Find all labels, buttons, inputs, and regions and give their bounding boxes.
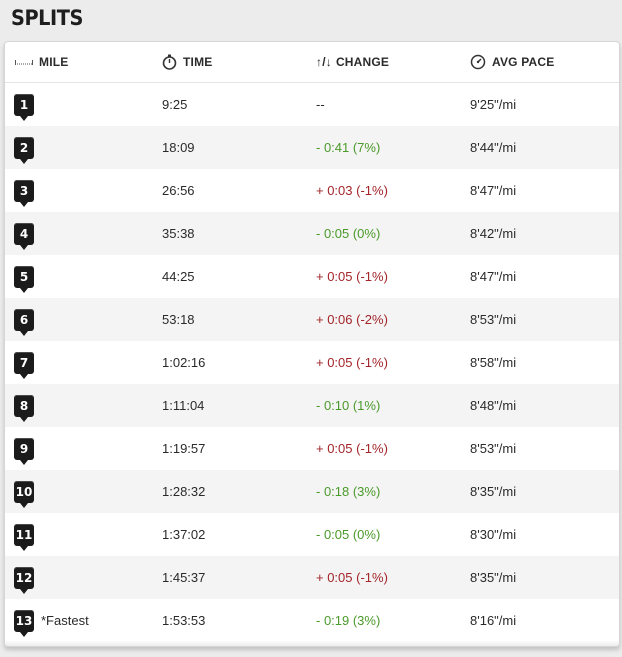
header-pace: AVG PACE [470, 42, 555, 82]
time-cell: 1:19:57 [162, 441, 206, 456]
table-row: 12 1:45:37 + 0:05 (-1%) 8'35"/mi [5, 556, 619, 599]
ruler-icon [15, 60, 33, 65]
header-mile: MILE [15, 42, 68, 82]
fastest-note: *Fastest [41, 613, 89, 628]
time-cell: 9:25 [162, 97, 188, 112]
mile-cell: 13 *Fastest [14, 599, 89, 642]
time-cell: 1:45:37 [162, 570, 206, 585]
header-mile-label: MILE [39, 55, 69, 69]
pace-cell: 8'44"/mi [470, 140, 517, 155]
card-bottom-edge [5, 640, 619, 646]
time-cell: 26:56 [162, 183, 195, 198]
mile-cell: 11 [14, 513, 34, 556]
mile-cell: 6 [14, 298, 34, 341]
change-cell: + 0:05 (-1%) [316, 570, 388, 585]
table-row: 11 1:37:02 - 0:05 (0%) 8'30"/mi [5, 513, 619, 556]
table-row: 10 1:28:32 - 0:18 (3%) 8'35"/mi [5, 470, 619, 513]
time-cell: 1:53:53 [162, 613, 206, 628]
mile-cell: 10 [14, 470, 34, 513]
speedometer-icon [470, 54, 486, 70]
mile-cell: 1 [14, 83, 34, 126]
mile-marker-badge: 4 [14, 222, 34, 250]
table-row: 7 1:02:16 + 0:05 (-1%) 8'58"/mi [5, 341, 619, 384]
change-cell: -- [316, 97, 325, 112]
header-pace-label: AVG PACE [492, 55, 555, 69]
page-title: SPLITS [11, 6, 83, 30]
mile-marker-badge: 8 [14, 394, 34, 422]
time-cell: 1:37:02 [162, 527, 206, 542]
change-cell: - 0:41 (7%) [316, 140, 381, 155]
change-cell: + 0:03 (-1%) [316, 183, 388, 198]
header-time-label: TIME [183, 55, 213, 69]
pace-cell: 8'47"/mi [470, 269, 517, 284]
time-cell: 1:11:04 [162, 398, 205, 413]
pace-cell: 8'35"/mi [470, 484, 517, 499]
pace-cell: 8'58"/mi [470, 355, 517, 370]
mile-cell: 8 [14, 384, 34, 427]
pace-cell: 8'53"/mi [470, 441, 517, 456]
pace-cell: 8'47"/mi [470, 183, 517, 198]
table-row: 9 1:19:57 + 0:05 (-1%) 8'53"/mi [5, 427, 619, 470]
pace-cell: 8'35"/mi [470, 570, 517, 585]
table-row: 4 35:38 - 0:05 (0%) 8'42"/mi [5, 212, 619, 255]
mile-cell: 3 [14, 169, 34, 212]
time-cell: 53:18 [162, 312, 195, 327]
stopwatch-icon [162, 54, 177, 70]
table-row: 3 26:56 + 0:03 (-1%) 8'47"/mi [5, 169, 619, 212]
mile-marker-badge: 10 [14, 480, 34, 508]
mile-cell: 12 [14, 556, 34, 599]
mile-marker-badge: 13 [14, 609, 34, 637]
mile-marker-badge: 3 [14, 179, 34, 207]
table-row: 5 44:25 + 0:05 (-1%) 8'47"/mi [5, 255, 619, 298]
header-change: ↑/↓ CHANGE [316, 42, 389, 82]
pace-cell: 8'16"/mi [470, 613, 517, 628]
mile-marker-badge: 9 [14, 437, 34, 465]
mile-cell: 2 [14, 126, 34, 169]
time-cell: 1:28:32 [162, 484, 206, 499]
mile-cell: 7 [14, 341, 34, 384]
table-header: MILE TIME ↑/↓ CHANGE AVG PACE [5, 42, 619, 83]
table-row: 6 53:18 + 0:06 (-2%) 8'53"/mi [5, 298, 619, 341]
mile-marker-badge: 6 [14, 308, 34, 336]
mile-marker-badge: 7 [14, 351, 34, 379]
time-cell: 44:25 [162, 269, 195, 284]
time-cell: 1:02:16 [162, 355, 206, 370]
change-cell: - 0:05 (0%) [316, 226, 381, 241]
up-down-arrows-icon: ↑/↓ [316, 55, 332, 69]
change-cell: + 0:06 (-2%) [316, 312, 388, 327]
mile-marker-badge: 12 [14, 566, 34, 594]
change-cell: - 0:18 (3%) [316, 484, 381, 499]
mile-marker-badge: 1 [14, 93, 34, 121]
mile-cell: 5 [14, 255, 34, 298]
table-row: 1 9:25 -- 9'25"/mi [5, 83, 619, 126]
table-row: 2 18:09 - 0:41 (7%) 8'44"/mi [5, 126, 619, 169]
mile-cell: 9 [14, 427, 34, 470]
time-cell: 18:09 [162, 140, 195, 155]
change-cell: - 0:05 (0%) [316, 527, 381, 542]
splits-table: MILE TIME ↑/↓ CHANGE AVG PACE 1 9:25 -- 9'2… [4, 41, 620, 647]
header-time: TIME [162, 42, 212, 82]
time-cell: 35:38 [162, 226, 195, 241]
change-cell: - 0:19 (3%) [316, 613, 381, 628]
pace-cell: 8'48"/mi [470, 398, 517, 413]
change-cell: + 0:05 (-1%) [316, 441, 388, 456]
mile-marker-badge: 2 [14, 136, 34, 164]
pace-cell: 8'53"/mi [470, 312, 517, 327]
table-row: 8 1:11:04 - 0:10 (1%) 8'48"/mi [5, 384, 619, 427]
mile-marker-badge: 5 [14, 265, 34, 293]
change-cell: + 0:05 (-1%) [316, 269, 388, 284]
mile-marker-badge: 11 [14, 523, 34, 551]
pace-cell: 9'25"/mi [470, 97, 517, 112]
change-cell: + 0:05 (-1%) [316, 355, 388, 370]
table-row: 13 *Fastest 1:53:53 - 0:19 (3%) 8'16"/mi [5, 599, 619, 642]
pace-cell: 8'42"/mi [470, 226, 517, 241]
header-change-label: CHANGE [335, 55, 390, 69]
table-body: 1 9:25 -- 9'25"/mi 2 18:09 - 0:41 (7%) 8'44"/mi… [5, 83, 619, 642]
pace-cell: 8'30"/mi [470, 527, 517, 542]
mile-cell: 4 [14, 212, 34, 255]
change-cell: - 0:10 (1%) [316, 398, 381, 413]
